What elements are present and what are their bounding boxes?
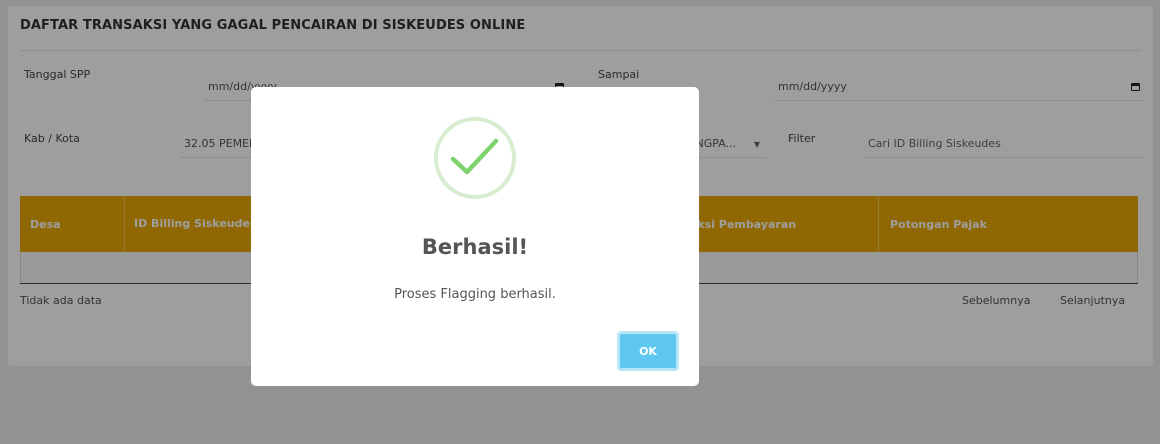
dialog-title: Berhasil! [421, 235, 529, 259]
success-icon-ring [434, 117, 516, 199]
check-icon [450, 138, 499, 175]
ok-button[interactable]: OK [617, 331, 679, 371]
dialog-message: Proses Flagging berhasil. [394, 287, 556, 302]
success-dialog: Berhasil! Proses Flagging berhasil. OK [251, 87, 699, 386]
